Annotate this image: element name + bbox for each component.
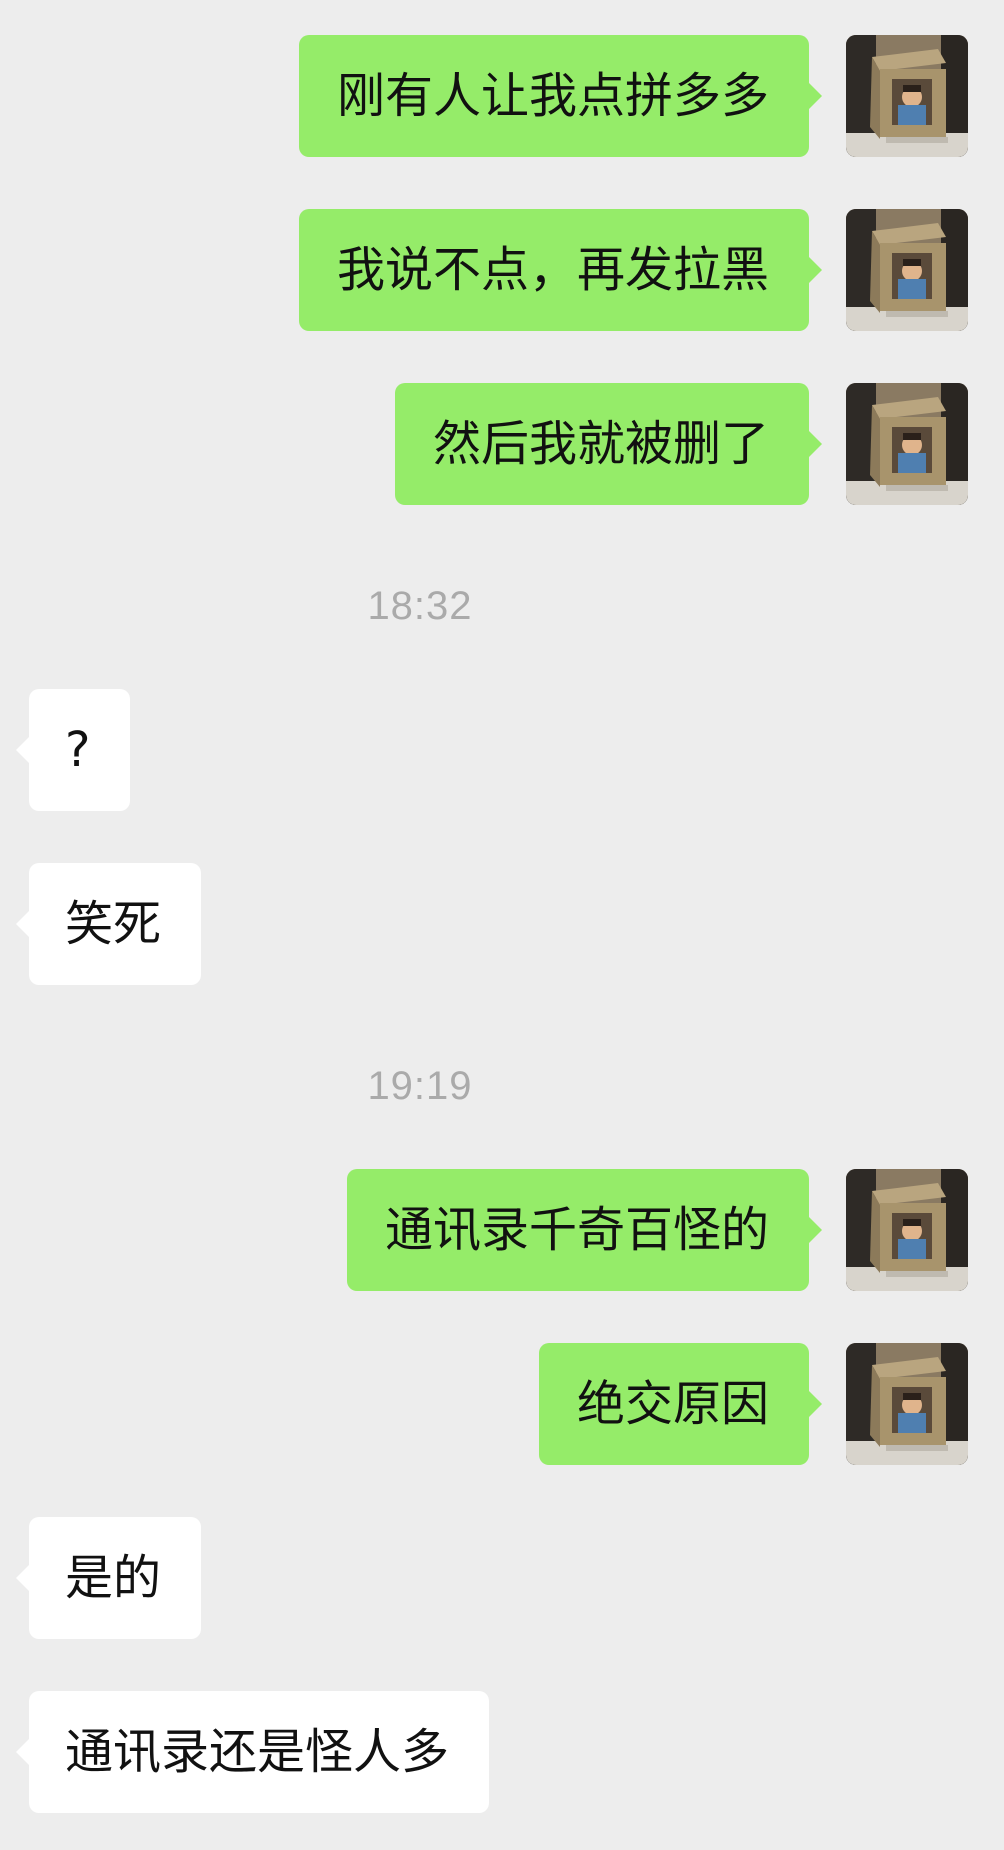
avatar-icon[interactable] — [846, 35, 968, 157]
avatar-icon[interactable] — [846, 383, 968, 505]
message-row-received: ? — [0, 689, 1004, 811]
message-row-sent: 我说不点，再发拉黑 — [0, 209, 1004, 331]
message-row-sent: 刚有人让我点拼多多 — [0, 35, 1004, 157]
message-bubble-sent[interactable]: 绝交原因 — [538, 1343, 823, 1465]
message-row-received: 笑死 — [0, 863, 1004, 985]
message-bubble-received[interactable]: ? — [15, 689, 131, 811]
message-bubble-received[interactable]: 通讯录还是怪人多 — [15, 1691, 490, 1813]
chat-timestamp: 19:19 — [367, 1064, 473, 1108]
avatar-icon[interactable] — [846, 1169, 968, 1291]
message-row-sent: 然后我就被删了 — [0, 383, 1004, 505]
message-row-received: 是的 — [0, 1517, 1004, 1639]
message-bubble-received[interactable]: 笑死 — [15, 863, 202, 985]
message-row-sent: 通讯录千奇百怪的 — [0, 1169, 1004, 1291]
avatar-icon[interactable] — [846, 1343, 968, 1465]
message-bubble-sent[interactable]: 刚有人让我点拼多多 — [298, 35, 823, 157]
message-bubble-sent[interactable]: 通讯录千奇百怪的 — [346, 1169, 823, 1291]
chat-timestamp: 18:32 — [367, 584, 473, 628]
message-bubble-sent[interactable]: 我说不点，再发拉黑 — [298, 209, 823, 331]
message-row-received: 通讯录还是怪人多 — [0, 1691, 1004, 1813]
message-bubble-received[interactable]: 是的 — [15, 1517, 202, 1639]
avatar-icon[interactable] — [846, 209, 968, 331]
message-bubble-sent[interactable]: 然后我就被删了 — [394, 383, 823, 505]
message-row-sent: 绝交原因 — [0, 1343, 1004, 1465]
